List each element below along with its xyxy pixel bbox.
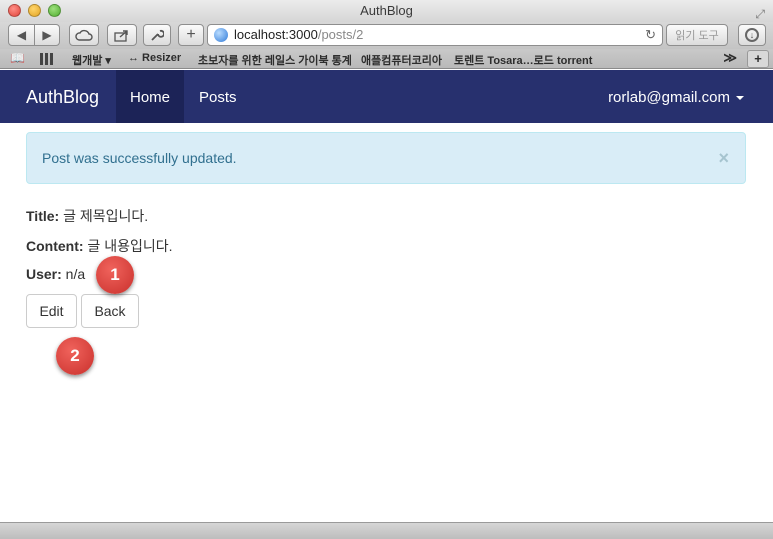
bookmark-item[interactable]: ↔ Resizer	[128, 52, 181, 64]
share-icon	[114, 29, 128, 42]
reload-icon[interactable]: ↻	[645, 25, 656, 45]
url-path: /posts/2	[317, 27, 364, 42]
book-icon[interactable]: 📖	[10, 51, 25, 65]
caret-down-icon	[736, 96, 744, 101]
forward-arrow-icon[interactable]: ▶	[33, 25, 59, 45]
nav-home-link[interactable]: Home	[116, 70, 184, 123]
back-arrow-icon[interactable]: ◀	[9, 25, 34, 45]
url-host: localhost:3000	[234, 27, 318, 42]
post-title-field: Title: 글 제목입니다.	[26, 206, 148, 226]
nav-posts-link[interactable]: Posts	[199, 70, 237, 125]
status-bar	[0, 522, 773, 539]
brand-link[interactable]: AuthBlog	[26, 70, 99, 125]
user-email: rorlab@gmail.com	[608, 89, 730, 106]
more-bookmarks-icon[interactable]: ≫	[723, 50, 737, 66]
download-icon: ↓	[745, 28, 759, 42]
title-value: 글 제목입니다.	[59, 208, 149, 224]
post-user-field: User: n/a	[26, 266, 85, 282]
downloads-button[interactable]: ↓	[738, 24, 766, 46]
title-label: Title:	[26, 208, 60, 224]
edit-button[interactable]: Edit	[26, 294, 77, 328]
content-label: Content:	[26, 238, 84, 254]
back-forward-group: ◀ ▶	[8, 24, 60, 46]
post-content-field: Content: 글 내용입니다.	[26, 236, 173, 256]
share-button[interactable]	[107, 24, 137, 46]
developer-tools-button[interactable]	[143, 24, 171, 46]
annotation-marker-2: 2	[56, 337, 94, 375]
site-navbar: AuthBlog Home Posts rorlab@gmail.com	[0, 70, 773, 123]
browser-toolbar: ◀ ▶ + localhost:3000/posts/2 ↻ 읽기 도구 ↓	[0, 22, 773, 49]
add-tab-button[interactable]: +	[747, 50, 769, 68]
user-value: n/a	[61, 266, 86, 282]
annotation-marker-1: 1	[96, 256, 134, 294]
content-value: 글 내용입니다.	[83, 238, 173, 254]
wrench-icon	[151, 29, 164, 41]
window-title: AuthBlog	[360, 3, 413, 18]
user-menu-dropdown[interactable]: rorlab@gmail.com	[608, 70, 744, 125]
bookmark-item[interactable]: 초보자를 위한 레일스 가이북 통계	[198, 52, 352, 68]
bookmark-item[interactable]: 애플컴퓨터코리아	[361, 52, 442, 68]
zoom-window-button[interactable]	[48, 4, 61, 17]
top-sites-grid-icon[interactable]	[40, 53, 54, 65]
alert-message: Post was successfully updated.	[42, 150, 237, 166]
address-bar[interactable]: localhost:3000/posts/2 ↻	[207, 24, 663, 46]
alert-close-icon[interactable]: ×	[718, 133, 729, 183]
icloud-tabs-button[interactable]	[69, 24, 99, 46]
reader-button[interactable]: 읽기 도구	[666, 24, 728, 46]
back-button[interactable]: Back	[81, 294, 139, 328]
cloud-icon	[75, 29, 93, 41]
bookmark-item[interactable]: 웹개발 ▾	[72, 52, 111, 68]
close-window-button[interactable]	[8, 4, 21, 17]
user-label: User:	[26, 266, 62, 282]
new-tab-button[interactable]: +	[178, 24, 204, 46]
minimize-window-button[interactable]	[28, 4, 41, 17]
globe-icon	[214, 28, 228, 42]
success-alert: Post was successfully updated. ×	[26, 132, 746, 184]
bookmark-item[interactable]: 토렌트 Tosara…로드 torrent	[454, 52, 592, 68]
bookmarks-bar: 📖 웹개발 ▾ ↔ Resizer 초보자를 위한 레일스 가이북 통계 애플컴…	[0, 49, 773, 69]
window-titlebar: AuthBlog ⤢	[0, 0, 773, 22]
